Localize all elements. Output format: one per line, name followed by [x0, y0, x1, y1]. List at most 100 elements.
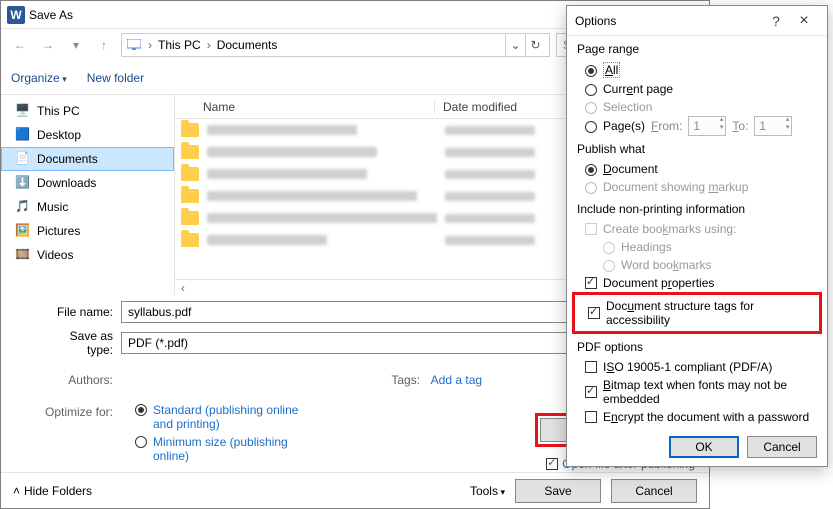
new-folder-button[interactable]: New folder: [87, 71, 144, 85]
optimize-label: Optimize for:: [41, 405, 121, 419]
help-icon[interactable]: ?: [763, 13, 789, 29]
checkbox-icon: [585, 361, 597, 373]
doc-properties-checkbox[interactable]: Document properties: [577, 274, 817, 292]
from-spinner[interactable]: 1: [688, 116, 726, 136]
monitor-icon: 🖥️: [15, 103, 31, 119]
tree-label: Videos: [37, 248, 73, 262]
cancel-button[interactable]: Cancel: [747, 436, 817, 458]
bookmarks-word-radio: Word bookmarks: [577, 256, 817, 274]
blurred-date: [445, 170, 535, 179]
publish-document-radio[interactable]: Document: [577, 160, 817, 178]
radio-label: ll: [613, 63, 618, 77]
close-icon[interactable]: ×: [789, 12, 819, 30]
col-date[interactable]: Date modified: [435, 100, 517, 114]
tree-item-documents[interactable]: 📄 Documents: [1, 147, 174, 171]
breadcrumb[interactable]: This PC Documents ⌄ ↻: [121, 33, 550, 57]
tree-item-downloads[interactable]: ⬇️ Downloads: [1, 171, 174, 195]
options-body: Page range All Current page Selection Pa…: [567, 36, 827, 438]
hide-folders-button[interactable]: ˄ Hide Folders: [13, 484, 92, 498]
tree-label: Pictures: [37, 224, 80, 238]
folder-icon: [181, 233, 199, 247]
blurred-name: [207, 169, 367, 179]
blurred-name: [207, 147, 377, 157]
checkbox-icon: [585, 277, 597, 289]
documents-icon: 📄: [15, 151, 31, 167]
breadcrumb-history-icon[interactable]: ⌄: [505, 34, 525, 56]
section-title: Publish what: [577, 142, 817, 156]
add-tag-link[interactable]: Add a tag: [431, 373, 482, 387]
forward-icon[interactable]: →: [37, 34, 59, 56]
col-name[interactable]: Name: [175, 100, 435, 114]
up-icon[interactable]: ↑: [93, 34, 115, 56]
checkbox-icon: [585, 386, 597, 398]
radio-label: Word bookmarks: [621, 258, 711, 272]
file-name-label: File name:: [41, 305, 121, 319]
ok-button[interactable]: OK: [669, 436, 739, 458]
checkbox-label: ISO 19005-1 compliant (PDF/A): [603, 360, 772, 374]
to-spinner[interactable]: 1: [754, 116, 792, 136]
recent-dropdown-icon[interactable]: ▾: [65, 34, 87, 56]
breadcrumb-sep: [146, 38, 154, 52]
page-range-current-radio[interactable]: Current page: [577, 80, 817, 98]
radio-icon: [585, 102, 597, 114]
section-title: PDF options: [577, 340, 817, 354]
blurred-name: [207, 191, 417, 201]
tree-item-this-pc[interactable]: 🖥️ This PC: [1, 99, 174, 123]
options-title: Options: [575, 14, 616, 28]
chevron-up-icon: ˄: [13, 484, 20, 498]
publish-section: Publish what Document Document showing m…: [577, 142, 817, 196]
breadcrumb-root[interactable]: This PC: [158, 38, 201, 52]
tree-label: Documents: [37, 152, 98, 166]
radio-icon: [585, 65, 597, 77]
tree-item-pictures[interactable]: 🖼️ Pictures: [1, 219, 174, 243]
tags-label: Tags:: [388, 373, 428, 387]
tree-item-music[interactable]: 🎵 Music: [1, 195, 174, 219]
cancel-label: Cancel: [635, 484, 672, 498]
radio-label: Document showing markup: [603, 180, 748, 194]
scroll-left-icon[interactable]: ‹: [175, 281, 191, 295]
options-footer: OK Cancel: [669, 436, 817, 458]
downloads-icon: ⬇️: [15, 175, 31, 191]
radio-icon: [585, 182, 597, 194]
cancel-button[interactable]: Cancel: [611, 479, 697, 503]
optimize-minimum-radio[interactable]: Minimum size (publishing online): [125, 435, 348, 463]
page-range-all-radio[interactable]: All: [577, 60, 817, 80]
radio-icon: [603, 242, 615, 254]
bookmarks-checkbox[interactable]: Create bookmarks using:: [577, 220, 817, 238]
pdf-options-section: PDF options ISO 19005-1 compliant (PDF/A…: [577, 340, 817, 426]
folder-icon: [181, 167, 199, 181]
checkbox-label: Document structure tags for accessibilit…: [606, 299, 817, 327]
radio-icon: [603, 260, 615, 272]
save-type-value: PDF (*.pdf): [128, 336, 188, 350]
tree-label: Music: [37, 200, 68, 214]
blurred-date: [445, 214, 535, 223]
refresh-icon[interactable]: ↻: [525, 34, 545, 56]
checkbox-icon: [585, 411, 597, 423]
tools-menu[interactable]: Tools: [470, 484, 505, 498]
tree-item-desktop[interactable]: 🟦 Desktop: [1, 123, 174, 147]
radio-label: Headings: [621, 240, 672, 254]
folder-icon: [181, 211, 199, 225]
tree-label: Desktop: [37, 128, 81, 142]
structure-tags-checkbox[interactable]: Document structure tags for accessibilit…: [577, 297, 817, 329]
radio-label: Current page: [603, 82, 673, 96]
radio-icon: [585, 121, 597, 133]
iso-checkbox[interactable]: ISO 19005-1 compliant (PDF/A): [577, 358, 817, 376]
bitmap-checkbox[interactable]: Bitmap text when fonts may not be embedd…: [577, 376, 817, 408]
encrypt-checkbox[interactable]: Encrypt the document with a password: [577, 408, 817, 426]
section-title: Include non-printing information: [577, 202, 817, 216]
options-dialog: Options ? × Page range All Current page …: [566, 5, 828, 467]
optimize-standard-radio[interactable]: Standard (publishing online and printing…: [125, 403, 348, 431]
back-icon[interactable]: ←: [9, 34, 31, 56]
hide-folders-label: Hide Folders: [24, 484, 92, 498]
organize-menu[interactable]: Organize: [11, 71, 67, 85]
options-titlebar: Options ? ×: [567, 6, 827, 36]
checkbox-label: Document properties: [603, 276, 714, 290]
page-range-pages-radio[interactable]: Page(s) From: 1 To: 1: [577, 116, 817, 136]
radio-label: Selection: [603, 100, 652, 114]
page-range-selection-radio: Selection: [577, 98, 817, 116]
cancel-label: Cancel: [763, 440, 800, 454]
save-button[interactable]: Save: [515, 479, 601, 503]
breadcrumb-folder[interactable]: Documents: [217, 38, 278, 52]
tree-item-videos[interactable]: 🎞️ Videos: [1, 243, 174, 267]
